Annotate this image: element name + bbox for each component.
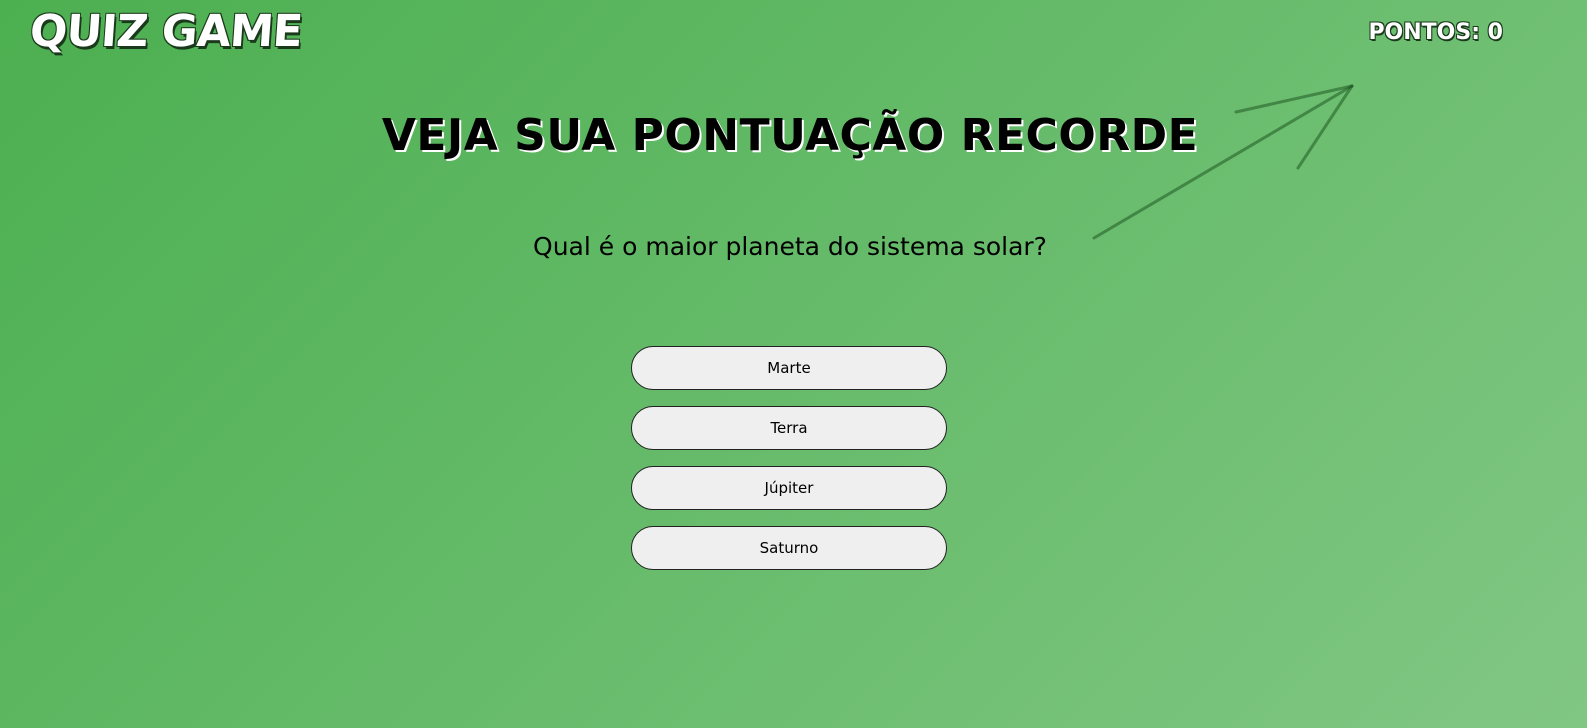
question-text: Qual é o maior planeta do sistema solar?	[533, 232, 1047, 261]
arrow-icon	[1092, 84, 1354, 240]
answer-button-jupiter[interactable]: Júpiter	[631, 466, 947, 510]
answer-list: Marte Terra Júpiter Saturno	[631, 346, 947, 570]
answer-button-saturno[interactable]: Saturno	[631, 526, 947, 570]
answer-button-marte[interactable]: Marte	[631, 346, 947, 390]
score-display: PONTOS: 0	[1368, 20, 1503, 45]
page-headline: VEJA SUA PONTUAÇÃO RECORDE	[381, 110, 1199, 161]
answer-button-terra[interactable]: Terra	[631, 406, 947, 450]
game-logo: QUIZ GAME	[28, 6, 304, 57]
